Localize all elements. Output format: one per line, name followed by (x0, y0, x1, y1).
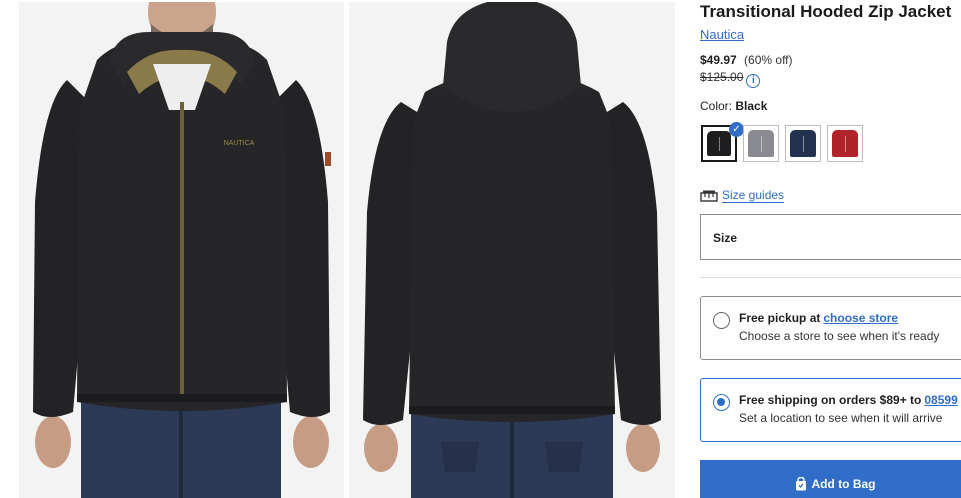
check-icon: ✓ (729, 122, 744, 137)
product-image-front[interactable]: NAUTICA (19, 2, 344, 498)
pickup-heading-text: Free pickup at (739, 311, 821, 325)
selected-color: Black (735, 99, 768, 113)
original-price: $125.00 (700, 70, 744, 84)
jacket-back-illustration (349, 2, 675, 498)
swatch-thumbnail (748, 130, 774, 157)
product-info-panel: Transitional Hooded Zip Jacket Nautica $… (700, 0, 961, 498)
color-swatch-red[interactable] (827, 125, 863, 162)
color-swatch-black[interactable]: ✓ (701, 122, 744, 162)
brand-logo: NAUTICA (224, 140, 255, 147)
size-guide: Size guides (700, 188, 785, 203)
color-label-text: Color: (700, 99, 733, 113)
zip-code-link[interactable]: 08599 (924, 393, 957, 407)
size-select[interactable]: Size (700, 214, 961, 260)
color-swatch-navy[interactable] (785, 125, 821, 162)
pickup-option[interactable]: Free pickup at choose store Choose a stor… (700, 296, 961, 360)
info-icon[interactable]: i (746, 74, 761, 88)
add-to-bag-label: Add to Bag (811, 476, 876, 491)
product-image-back[interactable] (349, 2, 675, 498)
size-guides-link[interactable]: Size guides (722, 188, 785, 203)
shipping-radio[interactable] (713, 394, 730, 411)
add-to-bag-button[interactable]: Add to Bag (700, 460, 961, 498)
shipping-option[interactable]: Free shipping on orders $89+ to 08599 Set… (700, 378, 961, 442)
product-gallery: NAUTICA (19, 0, 675, 498)
brand-link[interactable]: Nautica (700, 27, 744, 42)
price-line: $49.97 (60% off) (700, 53, 793, 67)
divider (700, 277, 961, 278)
swatch-thumbnail (707, 131, 731, 156)
ruler-icon (700, 190, 718, 202)
shopping-bag-icon (795, 476, 806, 490)
product-title: Transitional Hooded Zip Jacket (700, 2, 952, 21)
pickup-radio[interactable] (713, 312, 730, 329)
color-swatches: ✓ (700, 122, 880, 163)
jacket-front-illustration: NAUTICA (19, 2, 344, 498)
swatch-thumbnail (832, 130, 858, 157)
discount-percent: (60% off) (744, 53, 793, 67)
shipping-subtext: Set a location to see when it will arriv… (739, 411, 943, 425)
sale-price: $49.97 (700, 53, 737, 67)
swatch-thumbnail (790, 130, 816, 157)
shipping-heading-text: Free shipping on orders $89+ to (739, 393, 922, 407)
color-swatch-grey[interactable] (743, 125, 779, 162)
choose-store-link[interactable]: choose store (823, 311, 898, 325)
original-price-line: $125.00 i (700, 70, 761, 88)
shipping-heading: Free shipping on orders $89+ to 08599 (739, 393, 958, 407)
color-label: Color: Black (700, 99, 767, 113)
pickup-heading: Free pickup at choose store (739, 311, 898, 325)
pickup-subtext: Choose a store to see when it's ready (739, 329, 940, 343)
